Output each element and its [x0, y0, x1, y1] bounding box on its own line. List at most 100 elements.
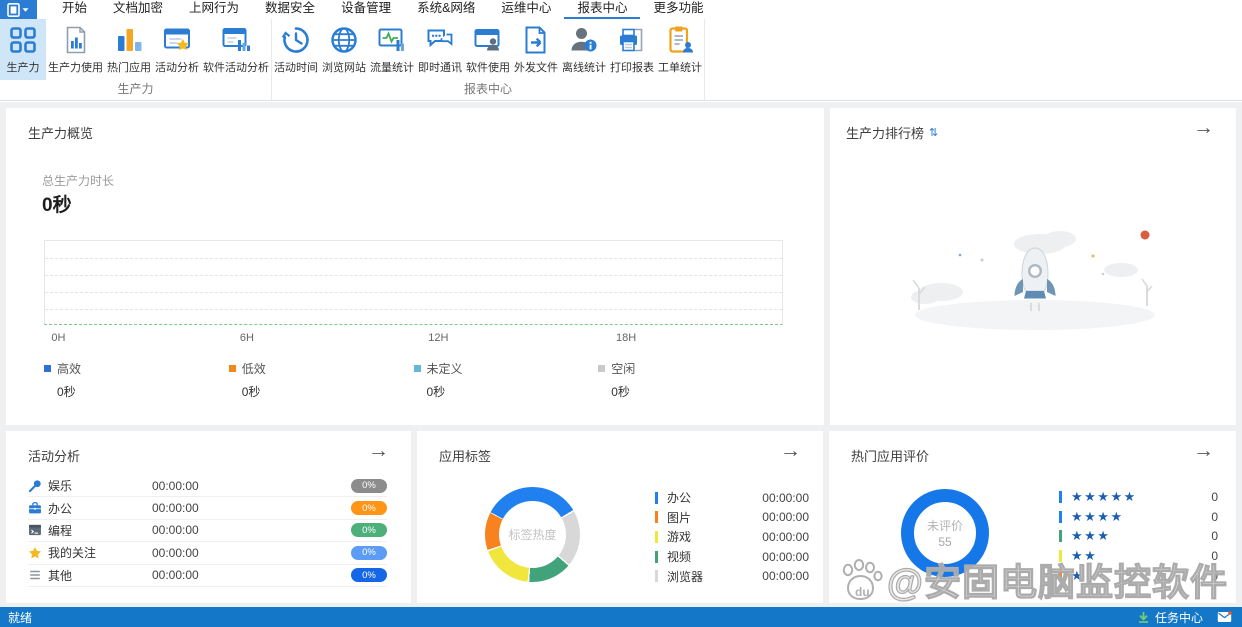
- menu-tab-2[interactable]: 上网行为: [176, 0, 252, 19]
- activity-row[interactable]: 办公00:00:000%: [28, 497, 387, 519]
- legend-item: 空闲0秒: [598, 360, 783, 400]
- pulse-chart-icon: [377, 25, 407, 55]
- ribbon-item-打印报表[interactable]: 打印报表: [608, 19, 656, 80]
- rating-row: ★0: [1059, 566, 1218, 586]
- doc-arrow-icon: [521, 25, 551, 55]
- donut-center-value: 55: [938, 535, 951, 549]
- activity-row[interactable]: 编程00:00:000%: [28, 520, 387, 542]
- star-rating-icons: ★★★★★: [1071, 489, 1202, 505]
- panel-title: 生产力概览: [28, 123, 93, 142]
- lines-icon: [28, 568, 48, 582]
- ribbon-item-外发文件[interactable]: 外发文件: [512, 19, 560, 80]
- tag-color-bar: [655, 551, 658, 563]
- open-arrow-icon[interactable]: →: [1193, 438, 1214, 463]
- globe-icon: [329, 25, 359, 55]
- activity-percent-badge: 0%: [351, 523, 387, 537]
- tags-legend: 办公00:00:00图片00:00:00游戏 00:00:00 视频 00:00:00…: [655, 488, 809, 586]
- chat-icon: [425, 25, 455, 55]
- legend-value: 0秒: [57, 383, 229, 400]
- rating-count: 0: [1211, 529, 1218, 543]
- activity-label: 办公: [48, 500, 152, 517]
- ribbon-item-浏览网站[interactable]: 浏览网站: [320, 19, 368, 80]
- menu-tab-0[interactable]: 开始: [49, 0, 100, 19]
- activity-row[interactable]: 其他00:00:000%: [28, 565, 387, 587]
- tag-time: 00:00:00: [762, 530, 809, 544]
- tag-label: 游戏: [667, 528, 753, 545]
- tag-label: 浏览器: [667, 568, 753, 585]
- activity-percent-badge: 0%: [351, 479, 387, 493]
- panel-title-text: 热门应用评价: [851, 446, 929, 465]
- clock-history-icon: [281, 25, 311, 55]
- activity-time: 00:00:00: [152, 523, 351, 537]
- tag-heat-donut-chart: 标签热度: [485, 487, 580, 582]
- ribbon-item-即时通讯[interactable]: 即时通讯: [416, 19, 464, 80]
- task-center-button[interactable]: 任务中心: [1138, 609, 1232, 626]
- activity-label: 我的关注: [48, 544, 152, 561]
- app-menu-button[interactable]: [0, 0, 37, 19]
- tag-color-bar: [655, 570, 658, 582]
- menu-tab-8[interactable]: 更多功能: [640, 0, 716, 19]
- ribbon-item-流量统计[interactable]: 流量统计: [368, 19, 416, 80]
- menu-tab-6[interactable]: 运维中心: [488, 0, 564, 19]
- grid-icon: [8, 25, 38, 55]
- ribbon-item-label: 活动分析: [155, 59, 199, 75]
- ribbon-item-软件活动分析[interactable]: 软件活动分析: [201, 19, 271, 80]
- panel-title-text: 活动分析: [28, 446, 80, 465]
- tag-time: 00:00:00: [762, 569, 809, 583]
- open-arrow-icon[interactable]: →: [1193, 115, 1214, 140]
- ribbon-item-label: 外发文件: [514, 59, 558, 75]
- panel-title: 应用标签: [439, 446, 491, 465]
- legend-value: 0秒: [242, 383, 414, 400]
- x-tick: 12H: [428, 332, 448, 344]
- ribbon-item-生产力[interactable]: 生产力: [0, 19, 46, 80]
- window-chart-icon: [221, 25, 251, 55]
- message-icon[interactable]: [1217, 611, 1232, 623]
- ribbon-item-工单统计[interactable]: 工单统计: [656, 19, 704, 80]
- ribbon-item-软件使用[interactable]: 软件使用: [464, 19, 512, 80]
- tag-color-bar: [655, 511, 658, 523]
- ribbon-item-label: 浏览网站: [322, 59, 366, 75]
- activity-time: 00:00:00: [152, 546, 351, 560]
- ribbon-item-离线统计[interactable]: 离线统计: [560, 19, 608, 80]
- panel-app-ratings: 热门应用评价 → 未评价 55 ★★★★★0★★★★0★★★0★★0★0: [829, 431, 1236, 603]
- ribbon-item-热门应用[interactable]: 热门应用: [105, 19, 153, 80]
- tag-label: 视频: [667, 548, 753, 565]
- window-user-icon: [473, 25, 503, 55]
- rating-color-bar: [1059, 530, 1062, 542]
- total-productivity-value: 0秒: [42, 190, 72, 217]
- donut-center-label: 标签热度: [499, 501, 566, 568]
- ribbon-item-活动时间[interactable]: 活动时间: [272, 19, 320, 80]
- ribbon-group-label: 报表中心: [272, 80, 704, 100]
- tag-legend-row: 图片00:00:00: [655, 508, 809, 528]
- menu-tab-5[interactable]: 系统&网络: [404, 0, 488, 19]
- ribbon-item-label: 热门应用: [107, 59, 151, 75]
- menu-tab-3[interactable]: 数据安全: [252, 0, 328, 19]
- activity-row[interactable]: 我的关注00:00:000%: [28, 542, 387, 564]
- tag-legend-row: 办公00:00:00: [655, 488, 809, 508]
- rating-color-bar: [1059, 511, 1062, 523]
- legend-swatch: [44, 365, 51, 372]
- sort-icon[interactable]: ⇅: [929, 126, 938, 139]
- menu-tab-1[interactable]: 文档加密: [100, 0, 176, 19]
- legend-value: 0秒: [427, 383, 599, 400]
- menu-tab-7[interactable]: 报表中心: [564, 0, 640, 19]
- download-arrow-icon: [1138, 611, 1149, 623]
- open-arrow-icon[interactable]: →: [368, 438, 389, 463]
- open-arrow-icon[interactable]: →: [780, 438, 801, 463]
- app-window: 开始文档加密上网行为数据安全设备管理系统&网络运维中心报表中心更多功能 生产力生…: [0, 0, 1242, 627]
- ribbon-item-label: 离线统计: [562, 59, 606, 75]
- ribbon-item-生产力使用[interactable]: 生产力使用: [46, 19, 105, 80]
- rating-color-bar: [1059, 491, 1062, 503]
- ribbon-item-活动分析[interactable]: 活动分析: [153, 19, 201, 80]
- activity-row[interactable]: 娱乐00:00:000%: [28, 475, 387, 497]
- rating-row: ★★0: [1059, 546, 1218, 566]
- ribbon-group-0: 生产力生产力使用热门应用活动分析软件活动分析生产力: [0, 19, 272, 100]
- menu-bar: 开始文档加密上网行为数据安全设备管理系统&网络运维中心报表中心更多功能: [0, 0, 1242, 19]
- overview-legend: 高效0秒低效0秒未定义0秒空闲0秒: [44, 360, 783, 400]
- rating-rows: ★★★★★0★★★★0★★★0★★0★0: [1059, 487, 1218, 586]
- activity-percent-badge: 0%: [351, 546, 387, 560]
- ribbon-item-label: 活动时间: [274, 59, 318, 75]
- menu-tab-4[interactable]: 设备管理: [328, 0, 404, 19]
- tag-label: 办公: [667, 489, 753, 506]
- rating-count: 0: [1211, 510, 1218, 524]
